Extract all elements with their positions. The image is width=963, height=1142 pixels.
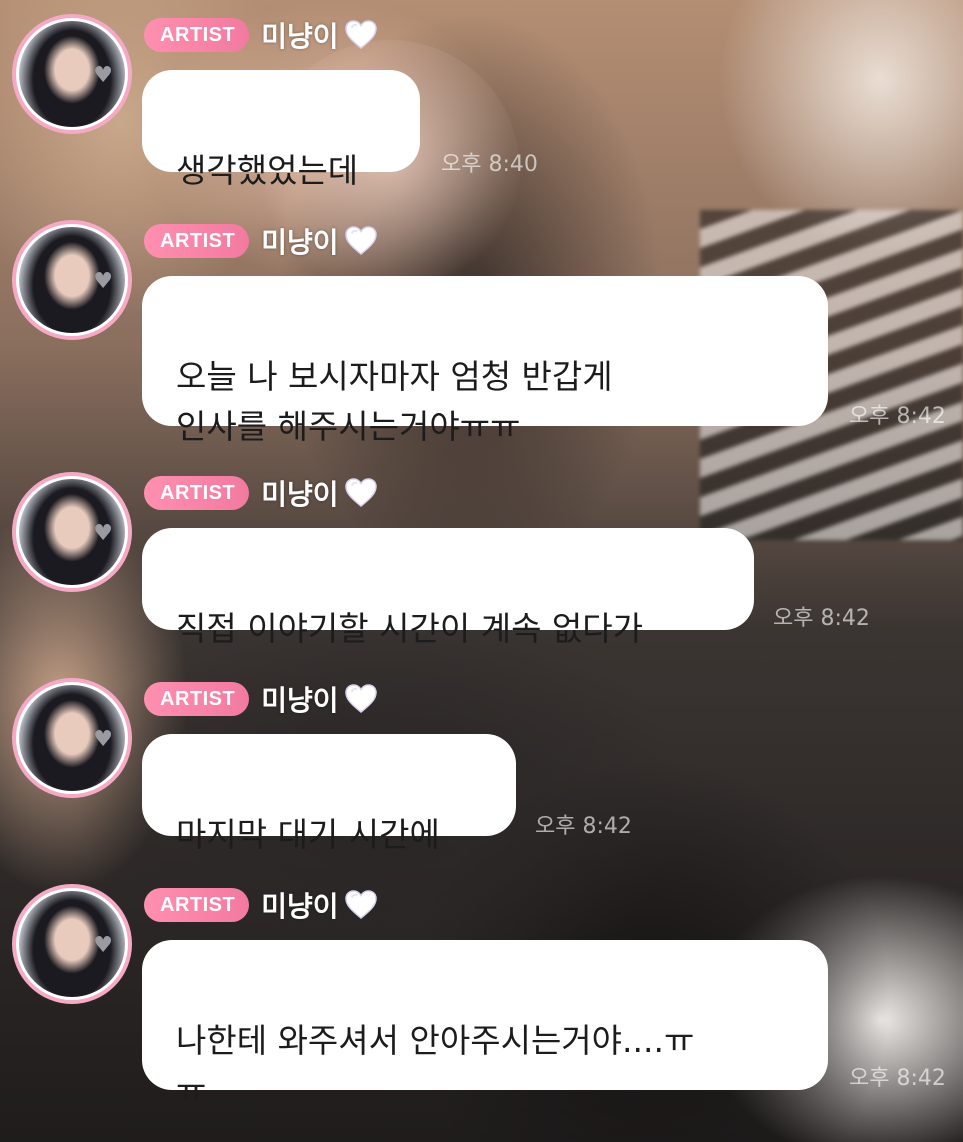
sender-name-label: 미냥이 — [261, 20, 339, 53]
artist-badge: ARTIST — [144, 18, 250, 52]
sender-name[interactable]: 미냥이 — [261, 885, 378, 925]
message-header: ARTIST 미냥이 — [144, 886, 379, 924]
chat-feed[interactable]: ♥ ARTIST 미냥이 생각했었는데 오후 8:40 ♥ ARTIST 미냥이… — [0, 0, 963, 1142]
message-text: 생각했었는데 — [176, 151, 359, 190]
avatar-image: ♥ — [16, 682, 128, 794]
message-text: 직접 이야기할 시간이 계속 없다가 — [176, 609, 643, 648]
avatar-image: ♥ — [16, 18, 128, 130]
artist-badge: ARTIST — [144, 888, 250, 922]
message-bubble[interactable]: 마지막 대기 시간에 — [142, 734, 516, 854]
white-heart-icon — [344, 890, 377, 919]
artist-badge: ARTIST — [144, 476, 250, 510]
message-text: 마지막 대기 시간에 — [176, 815, 440, 854]
message-header: ARTIST 미냥이 — [144, 680, 379, 718]
message-bubble[interactable]: 나한테 와주셔서 안아주시는거야....ㅠ ㅠ — [142, 940, 828, 1110]
avatar[interactable]: ♥ — [12, 678, 132, 798]
message-time: 오후 8:42 — [849, 404, 946, 429]
sender-name-label: 미냥이 — [261, 890, 339, 923]
white-heart-icon — [344, 226, 377, 255]
message-time: 오후 8:42 — [773, 606, 870, 631]
white-heart-icon — [344, 478, 377, 507]
sender-name-label: 미냥이 — [261, 478, 339, 511]
message-bubble[interactable]: 직접 이야기할 시간이 계속 없다가 — [142, 528, 754, 648]
grey-heart-icon: ♥ — [93, 269, 113, 294]
sender-name[interactable]: 미냥이 — [261, 679, 378, 719]
sender-name[interactable]: 미냥이 — [261, 221, 378, 261]
avatar[interactable]: ♥ — [12, 220, 132, 340]
message-header: ARTIST 미냥이 — [144, 222, 379, 260]
message-bubble[interactable]: 생각했었는데 — [142, 70, 420, 190]
grey-heart-icon: ♥ — [93, 63, 113, 88]
avatar[interactable]: ♥ — [12, 884, 132, 1004]
sender-name[interactable]: 미냥이 — [261, 473, 378, 513]
artist-badge: ARTIST — [144, 224, 250, 258]
message-text: 오늘 나 보시자마자 엄청 반갑게 인사를 해주시는거야ㅠㅠ — [176, 357, 613, 446]
avatar-image: ♥ — [16, 888, 128, 1000]
grey-heart-icon: ♥ — [93, 933, 113, 958]
message-text: 나한테 와주셔서 안아주시는거야....ㅠ ㅠ — [176, 1021, 695, 1110]
avatar-image: ♥ — [16, 476, 128, 588]
message-header: ARTIST 미냥이 — [144, 474, 379, 512]
avatar-image: ♥ — [16, 224, 128, 336]
artist-badge: ARTIST — [144, 682, 250, 716]
sender-name-label: 미냥이 — [261, 226, 339, 259]
message-header: ARTIST 미냥이 — [144, 16, 379, 54]
message-time: 오후 8:40 — [441, 152, 538, 177]
avatar[interactable]: ♥ — [12, 14, 132, 134]
grey-heart-icon: ♥ — [93, 521, 113, 546]
message-time: 오후 8:42 — [535, 814, 632, 839]
white-heart-icon — [344, 684, 377, 713]
message-time: 오후 8:42 — [849, 1066, 946, 1091]
grey-heart-icon: ♥ — [93, 727, 113, 752]
white-heart-icon — [344, 20, 377, 49]
sender-name-label: 미냥이 — [261, 684, 339, 717]
avatar[interactable]: ♥ — [12, 472, 132, 592]
sender-name[interactable]: 미냥이 — [261, 15, 378, 55]
message-bubble[interactable]: 오늘 나 보시자마자 엄청 반갑게 인사를 해주시는거야ㅠㅠ — [142, 276, 828, 446]
